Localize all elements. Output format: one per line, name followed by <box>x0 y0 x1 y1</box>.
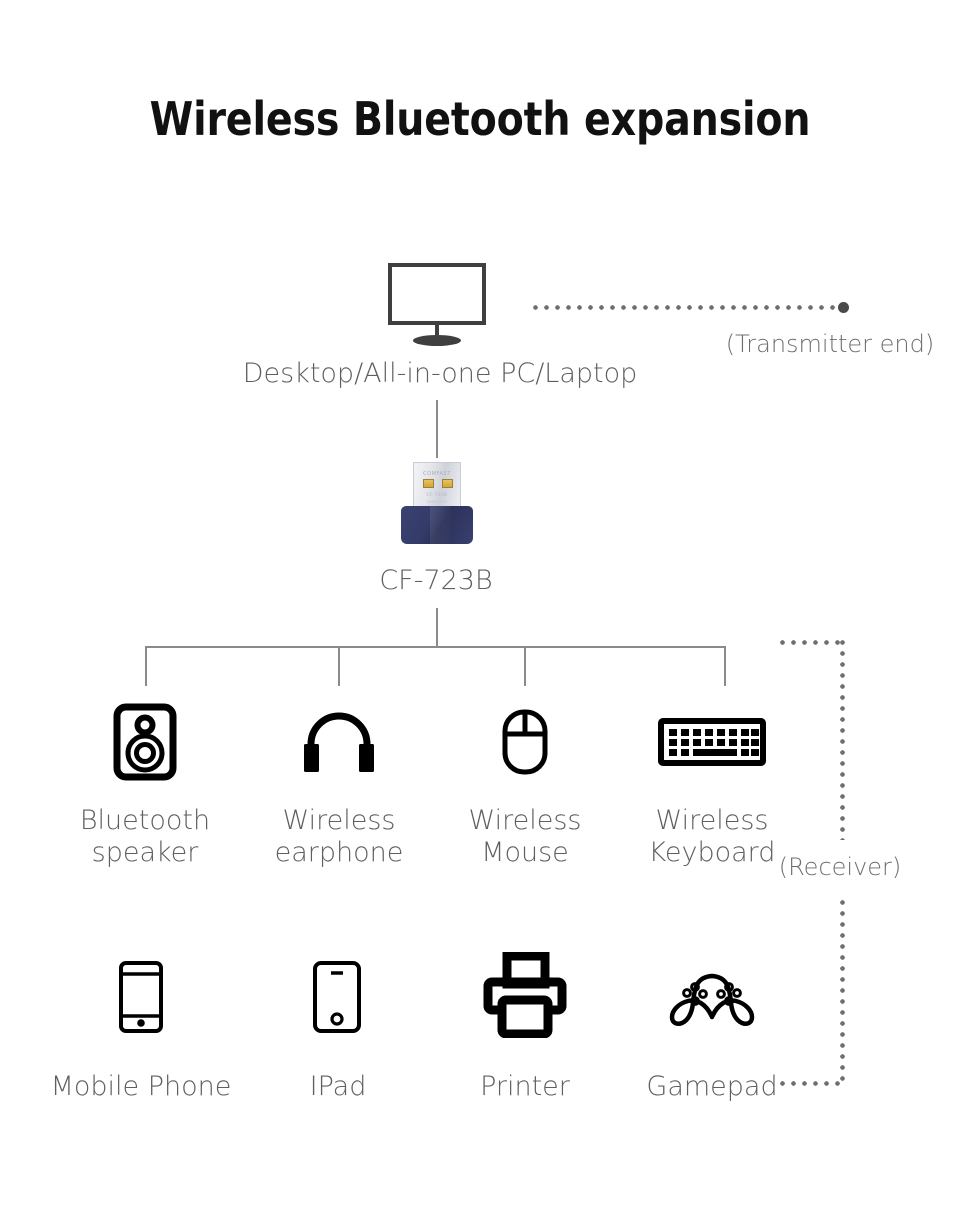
gamepad-icon <box>666 965 758 1027</box>
bluetooth-speaker-icon <box>113 703 177 781</box>
usb-sub-text: WIRELESS <box>427 500 447 504</box>
receiver-bracket-vertical-upper <box>840 640 845 840</box>
tree-drop-2 <box>338 646 340 686</box>
usb-body <box>401 506 473 544</box>
device-label-mobile-phone: Mobile Phone <box>50 1071 232 1102</box>
device-label-wireless-keyboard: Wireless Keyboard <box>648 805 776 868</box>
receiver-bracket-vertical-lower <box>840 900 845 1086</box>
monitor-icon <box>388 263 486 346</box>
usb-contact-left <box>423 479 434 488</box>
source-label: Desktop/All-in-one PC/Laptop <box>242 358 638 389</box>
monitor-base <box>413 335 461 346</box>
diagram-canvas: Wireless Bluetooth expansion Desktop/All… <box>0 0 960 1215</box>
tree-drop-1 <box>145 646 147 686</box>
printer-icon <box>483 952 567 1038</box>
tree-drop-4 <box>724 646 726 686</box>
usb-contact-right <box>442 479 453 488</box>
receiver-bracket-top <box>780 640 846 645</box>
transmitter-dotted-line <box>533 305 843 310</box>
tree-horizontal-bar <box>145 646 725 648</box>
usb-brand-text: COMFAST <box>422 471 451 477</box>
usb-model-text: CF-723B <box>426 493 448 498</box>
usb-adapter-icon: COMFAST CF-723B WIRELESS <box>401 462 473 544</box>
adapter-label: CF-723B <box>379 565 493 596</box>
usb-connector: COMFAST CF-723B WIRELESS <box>413 462 461 509</box>
wireless-mouse-icon <box>501 708 549 776</box>
device-label-gamepad: Gamepad <box>646 1071 778 1102</box>
tree-drop-3 <box>524 646 526 686</box>
transmitter-end-dot <box>838 302 849 313</box>
connector-pc-to-adapter <box>436 400 438 458</box>
tree-stem <box>436 608 438 647</box>
page-title: Wireless Bluetooth expansion <box>149 92 811 146</box>
device-label-bluetooth-speaker: Bluetooth speaker <box>79 805 211 868</box>
monitor-screen <box>388 263 486 325</box>
wireless-keyboard-icon <box>658 718 766 766</box>
wireless-earphone-icon <box>303 712 375 774</box>
usb-body-gloss <box>429 506 452 544</box>
mobile-phone-icon <box>118 960 164 1034</box>
ipad-icon <box>312 960 362 1034</box>
transmitter-label: (Transmitter end) <box>725 330 935 358</box>
